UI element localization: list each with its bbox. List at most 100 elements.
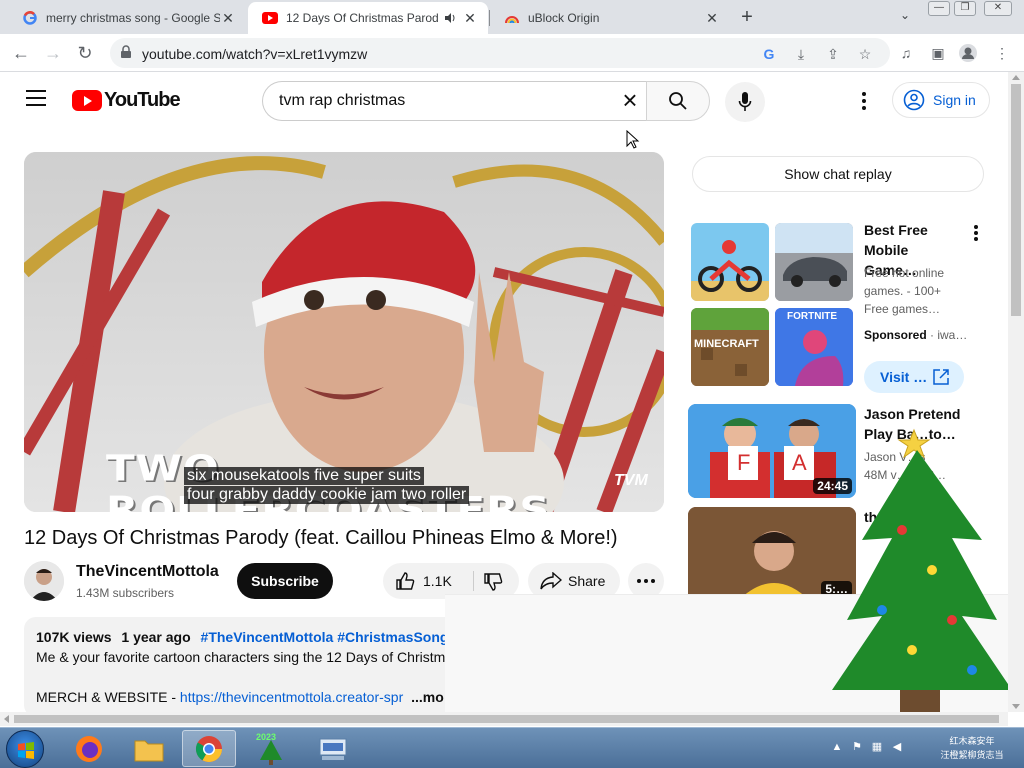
url-text[interactable]: youtube.com/watch?v=xLret1vymzw xyxy=(142,46,367,62)
video-title: 12 Days Of Christmas Parody (feat. Caill… xyxy=(24,527,618,549)
folder-icon xyxy=(134,740,164,761)
subscribe-button[interactable]: Subscribe xyxy=(237,563,333,599)
start-button[interactable] xyxy=(6,730,44,768)
share-arrow-icon xyxy=(540,572,562,590)
lock-icon[interactable] xyxy=(120,45,134,59)
google-translate-icon[interactable]: G xyxy=(760,45,778,63)
browser-toolbar: ← → ↻ youtube.com/watch?v=xLret1vymzw G … xyxy=(0,34,1024,72)
tvm-watermark: TVM xyxy=(614,472,648,489)
ad-game-tile-moto[interactable] xyxy=(691,223,769,301)
scrollbar-thumb[interactable] xyxy=(1011,84,1021,316)
tree-app-label: 2023 xyxy=(256,732,277,742)
letter-card: F xyxy=(737,450,751,475)
search-box[interactable]: tvm rap christmas × xyxy=(262,81,648,121)
firefox-icon xyxy=(76,735,102,762)
youtube-header: YouTube tvm rap christmas × Sign in xyxy=(0,72,1008,128)
youtube-logo-text: YouTube xyxy=(104,89,181,111)
bookmark-star-icon[interactable]: ☆ xyxy=(856,45,874,63)
account-icon xyxy=(903,89,925,111)
horizontal-scrollbar[interactable] xyxy=(0,712,1008,726)
clear-search-icon[interactable]: × xyxy=(619,87,641,113)
share-label: Share xyxy=(568,573,606,589)
back-arrow-icon[interactable]: ← xyxy=(10,42,32,64)
ad-game-tile-car[interactable] xyxy=(775,223,853,301)
ad-game-tile-fortnite[interactable]: FORTNITE xyxy=(775,308,853,386)
clock-line: 汪橙絜柳货志当 xyxy=(940,750,1004,760)
search-input[interactable]: tvm rap christmas xyxy=(279,92,405,110)
show-chat-replay-button[interactable]: Show chat replay xyxy=(692,156,984,192)
taskbar-keyboard[interactable] xyxy=(306,730,360,767)
tab-ublock[interactable]: uBlock Origin ✕ xyxy=(490,2,730,34)
search-button[interactable] xyxy=(646,81,710,121)
taskbar-firefox[interactable] xyxy=(62,730,116,767)
tab-google-search[interactable]: merry christmas song - Google S ✕ xyxy=(8,2,246,34)
browser-menu-icon[interactable]: ⋮ xyxy=(992,43,1012,63)
hashtags[interactable]: #TheVincentMottola #ChristmasSongs # xyxy=(201,629,468,645)
volume-icon[interactable]: ◀ xyxy=(890,740,904,754)
taskbar-tree-app[interactable]: 2023 xyxy=(244,730,298,767)
caption-line: six mousekatools five super suits xyxy=(184,467,424,485)
merch-label: MERCH & WEBSITE - xyxy=(36,689,180,705)
like-divider xyxy=(473,571,474,591)
scroll-up-arrow[interactable] xyxy=(1012,75,1020,80)
show-more-link[interactable]: ...mo xyxy=(411,689,444,705)
minecraft-label: MINECRAFT xyxy=(694,338,759,350)
rainbow-icon xyxy=(504,10,520,26)
tab-title: merry christmas song - Google S xyxy=(46,11,220,25)
channel-avatar[interactable] xyxy=(24,561,64,601)
new-tab-button[interactable]: + xyxy=(736,7,758,29)
close-window-button[interactable]: ✕ xyxy=(984,1,1012,16)
scrollbar-thumb[interactable] xyxy=(14,715,999,723)
sign-in-button[interactable]: Sign in xyxy=(892,82,990,118)
youtube-logo[interactable]: YouTube xyxy=(72,89,181,112)
close-tab-icon[interactable]: ✕ xyxy=(220,10,236,26)
close-tab-icon[interactable]: ✕ xyxy=(462,10,478,26)
flag-icon[interactable]: ⚑ xyxy=(850,740,864,754)
forward-arrow-icon[interactable]: → xyxy=(42,42,64,64)
speaker-icon[interactable] xyxy=(442,10,458,26)
external-link-icon xyxy=(933,369,949,385)
channel-name[interactable]: TheVincentMottola xyxy=(76,563,219,581)
close-tab-icon[interactable]: ✕ xyxy=(704,10,720,26)
show-hidden-icons-icon[interactable]: ▲ xyxy=(830,740,844,754)
tab-search-icon[interactable]: ⌄ xyxy=(896,8,914,26)
microphone-icon xyxy=(738,92,752,111)
merch-link[interactable]: https://thevincentmottola.creator-spr xyxy=(180,689,403,705)
christmas-tree-gadget[interactable] xyxy=(822,420,1022,720)
chrome-icon xyxy=(195,735,223,762)
video-meta: 107K views 1 year ago #TheVincentMottola… xyxy=(36,629,474,645)
youtube-icon xyxy=(262,10,278,26)
letter-card: A xyxy=(792,450,807,475)
video-player[interactable]: TWO ROLLERCOASTERS TVM six mousekatools … xyxy=(24,152,664,512)
taskbar-chrome[interactable] xyxy=(182,730,236,767)
system-tray: ▲ ⚑ ▦ ◀ xyxy=(830,740,904,754)
minimize-button[interactable]: — xyxy=(928,1,950,16)
settings-kebab-icon[interactable] xyxy=(856,90,872,110)
search-icon xyxy=(669,92,687,110)
scroll-down-arrow[interactable] xyxy=(1012,704,1020,709)
share-icon[interactable]: ⇪ xyxy=(824,45,842,63)
voice-search-button[interactable] xyxy=(725,82,765,122)
ad-game-tile-minecraft[interactable]: MINECRAFT xyxy=(691,308,769,386)
hamburger-menu-icon[interactable] xyxy=(26,90,46,106)
visit-site-button[interactable]: Visit … xyxy=(864,361,964,393)
install-icon[interactable]: ⤓ xyxy=(792,45,810,63)
caption-line: four grabby daddy cookie jam two roller xyxy=(184,486,470,504)
tab-youtube-video[interactable]: 12 Days Of Christmas Parod ✕ xyxy=(248,2,488,34)
media-controls-icon[interactable]: ♫ xyxy=(896,43,916,63)
reload-icon[interactable]: ↻ xyxy=(74,42,96,64)
like-count[interactable]: 1.1K xyxy=(423,573,452,589)
maximize-button[interactable]: ❐ xyxy=(954,1,976,16)
sponsored-label: Sponsored xyxy=(864,328,927,342)
thumbs-up-icon[interactable] xyxy=(395,571,415,591)
thumbs-down-icon[interactable] xyxy=(483,572,503,592)
vertical-scrollbar[interactable] xyxy=(1008,72,1024,712)
network-icon[interactable]: ▦ xyxy=(870,740,884,754)
ad-menu-kebab-icon[interactable] xyxy=(972,224,980,242)
profile-icon[interactable] xyxy=(958,43,978,63)
address-bar[interactable]: youtube.com/watch?v=xLret1vymzw G ⤓ ⇪ ☆ xyxy=(110,38,890,68)
scroll-left-arrow[interactable] xyxy=(4,715,9,723)
taskbar-explorer[interactable] xyxy=(122,730,176,767)
side-panel-icon[interactable]: ▣ xyxy=(928,43,948,63)
taskbar-clock[interactable]: 红木森安年 汪橙絜柳货志当 xyxy=(934,734,1010,762)
